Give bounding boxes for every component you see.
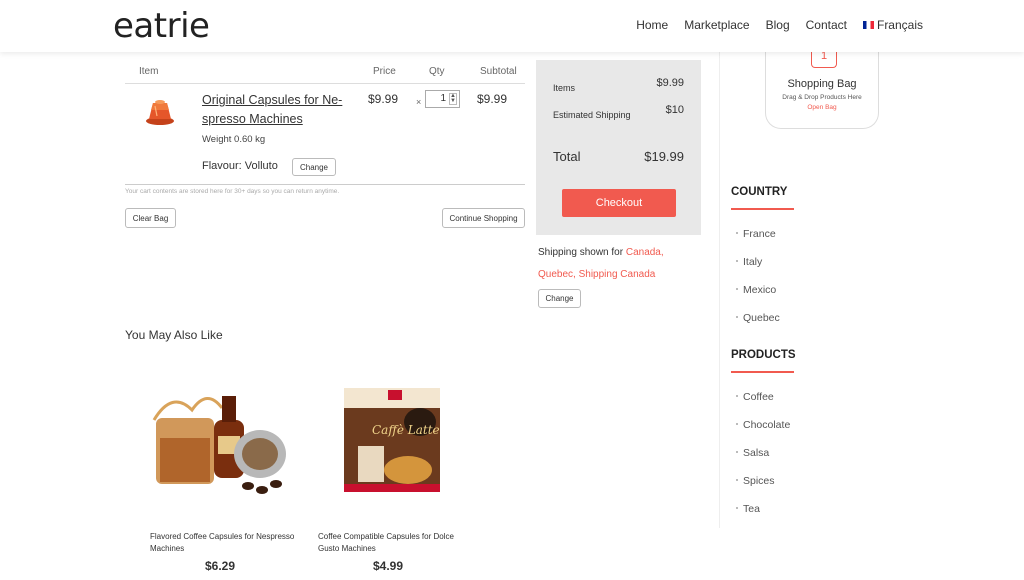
flavored-capsules-image[interactable] bbox=[152, 380, 292, 500]
items-label: Items bbox=[553, 83, 576, 93]
checkout-button[interactable]: Checkout bbox=[562, 189, 676, 217]
continue-shopping-button[interactable]: Continue Shopping bbox=[442, 208, 525, 228]
recommend-title: You May Also Like bbox=[125, 328, 223, 342]
capsule-product-image[interactable] bbox=[143, 94, 177, 128]
cart-storage-note: Your cart contents are stored here for 3… bbox=[125, 188, 340, 195]
col-item: Item bbox=[139, 66, 159, 77]
total-value: $19.99 bbox=[644, 149, 684, 164]
divider bbox=[125, 83, 525, 84]
shipping-note: Shipping shown for Canada, Quebec, Shipp… bbox=[538, 242, 698, 286]
change-flavour-button[interactable]: Change bbox=[292, 158, 336, 176]
main-nav: Home Marketplace Blog Contact Français bbox=[636, 18, 923, 32]
sidebar-item-quebec[interactable]: Quebec bbox=[736, 312, 780, 324]
product-weight: Weight 0.60 kg bbox=[202, 134, 266, 145]
dolce-gusto-capsules-image[interactable]: Caffè Latte bbox=[322, 380, 462, 500]
quantity-stepper[interactable]: 1 ▲ ▼ bbox=[425, 90, 460, 108]
spinner-arrows-icon[interactable]: ▲ ▼ bbox=[449, 93, 457, 105]
site-header: eatrie Home Marketplace Blog Contact Fra… bbox=[0, 0, 1024, 52]
sidebar-item-spices[interactable]: Spices bbox=[736, 475, 775, 487]
items-value: $9.99 bbox=[656, 77, 684, 89]
sidebar-item-mexico[interactable]: Mexico bbox=[736, 284, 776, 296]
nav-language[interactable]: Français bbox=[862, 18, 923, 32]
total-label: Total bbox=[553, 149, 581, 164]
country-heading: COUNTRY bbox=[731, 186, 788, 198]
nav-marketplace[interactable]: Marketplace bbox=[684, 18, 749, 32]
language-label: Français bbox=[876, 18, 923, 32]
product-price: $9.99 bbox=[368, 92, 399, 106]
ship-region-link[interactable]: Quebec, bbox=[538, 269, 576, 280]
col-qty: Qty bbox=[429, 66, 445, 77]
product-flavour: Flavour: Volluto bbox=[202, 160, 278, 172]
shopping-bag-widget[interactable]: 1 Shopping Bag Drag & Drop Products Here… bbox=[765, 40, 879, 129]
shipping-prefix: Shipping shown for bbox=[538, 247, 626, 258]
nav-contact[interactable]: Contact bbox=[806, 18, 847, 32]
france-flag-icon bbox=[862, 21, 874, 29]
nav-blog[interactable]: Blog bbox=[766, 18, 790, 32]
quantity-value: 1 bbox=[440, 93, 446, 104]
divider bbox=[125, 184, 525, 185]
order-summary: Items $9.99 Estimated Shipping $10 Total… bbox=[536, 60, 701, 235]
recommend-item-price: $6.29 bbox=[205, 559, 236, 573]
recommend-item-price: $4.99 bbox=[373, 559, 404, 573]
heading-underline bbox=[731, 208, 794, 210]
sidebar-item-tea[interactable]: Tea bbox=[736, 503, 760, 515]
recommend-item-name[interactable]: Flavored Coffee Capsules for Nespresso M… bbox=[150, 531, 300, 555]
products-heading: PRODUCTS bbox=[731, 349, 796, 361]
sidebar-item-coffee[interactable]: Coffee bbox=[736, 391, 774, 403]
product-name-link[interactable]: Original Capsules for Ne-spresso Machine… bbox=[202, 91, 362, 129]
shipping-label: Estimated Shipping bbox=[553, 110, 631, 120]
col-subtotal: Subtotal bbox=[480, 66, 517, 77]
logo[interactable]: eatrie bbox=[113, 6, 210, 46]
ship-country-link[interactable]: Canada, bbox=[626, 247, 664, 258]
times-sign: × bbox=[416, 97, 422, 107]
ship-method-link[interactable]: Shipping Canada bbox=[579, 269, 656, 280]
shipping-value: $10 bbox=[665, 104, 684, 116]
bag-title: Shopping Bag bbox=[787, 78, 857, 90]
sidebar-divider bbox=[719, 52, 720, 528]
clear-bag-button[interactable]: Clear Bag bbox=[125, 208, 176, 228]
bag-subtitle: Drag & Drop Products Here bbox=[782, 94, 862, 101]
open-bag-link[interactable]: Open Bag bbox=[766, 104, 878, 111]
heading-underline bbox=[731, 371, 794, 373]
sidebar-item-france[interactable]: France bbox=[736, 228, 776, 240]
recommend-item-name[interactable]: Coffee Compatible Capsules for Dolce Gus… bbox=[318, 531, 468, 555]
product-subtotal: $9.99 bbox=[477, 92, 508, 106]
sidebar-item-salsa[interactable]: Salsa bbox=[736, 447, 769, 459]
col-price: Price bbox=[373, 66, 396, 77]
svg-text:Caffè Latte: Caffè Latte bbox=[372, 423, 440, 437]
cart-header-row: Item Price Qty Subtotal bbox=[125, 66, 525, 82]
nav-home[interactable]: Home bbox=[636, 18, 668, 32]
change-shipping-button[interactable]: Change bbox=[538, 289, 581, 308]
sidebar-item-chocolate[interactable]: Chocolate bbox=[736, 419, 790, 431]
sidebar-item-italy[interactable]: Italy bbox=[736, 256, 762, 268]
